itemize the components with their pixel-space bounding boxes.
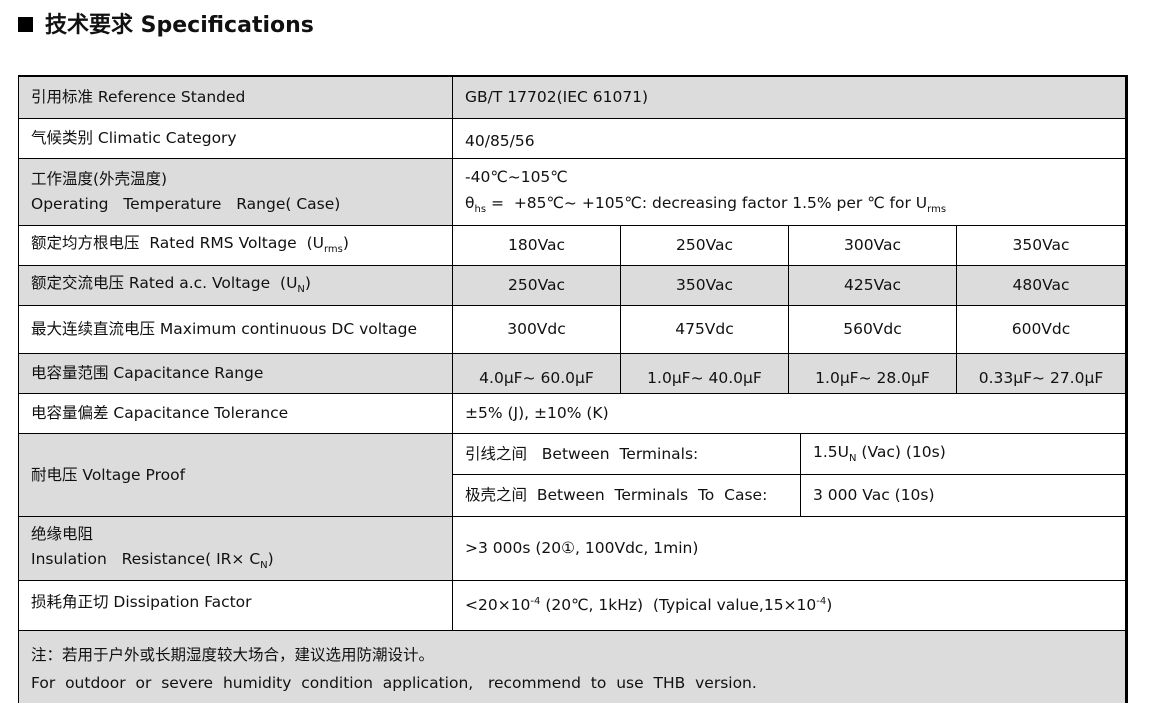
row-label: 额定均方根电压 Rated RMS Voltage (Urms) — [19, 226, 453, 265]
table-row: 额定均方根电压 Rated RMS Voltage (Urms) 180Vac … — [19, 226, 1125, 266]
specifications-table: 引用标准 Reference Standed GB/T 17702(IEC 61… — [18, 75, 1128, 703]
row-label: 损耗角正切 Dissipation Factor — [19, 581, 453, 630]
table-row: 损耗角正切 Dissipation Factor <20×10-4 (20℃, … — [19, 581, 1125, 631]
table-row: 电容量偏差 Capacitance Tolerance ±5% (J), ±10… — [19, 394, 1125, 434]
value-cell: 1.0μF~ 40.0μF — [621, 354, 789, 393]
table-row: 工作温度(外壳温度) Operating Temperature Range( … — [19, 159, 1125, 226]
table-row: 气候类别 Climatic Category 40/85/56 — [19, 119, 1125, 159]
row-value: >3 000s (20①, 100Vdc, 1min) — [465, 539, 699, 558]
row-label: 耐电压 Voltage Proof — [19, 434, 453, 516]
value-cell: 350Vac — [621, 266, 789, 305]
value-cell: 425Vac — [789, 266, 957, 305]
square-bullet-icon — [18, 16, 33, 32]
value-cell: 480Vac — [1012, 276, 1070, 295]
table-row: 绝缘电阻 Insulation Resistance( IR× CN) >3 0… — [19, 517, 1125, 581]
row-value: <20×10-4 (20℃, 1kHz) (Typical value,15×1… — [465, 596, 833, 615]
row-label: 绝缘电阻 Insulation Resistance( IR× CN) — [19, 517, 453, 580]
value-cell: 350Vac — [1012, 236, 1070, 255]
section-heading: 技术要求 Specifications — [18, 8, 314, 38]
row-label: 气候类别 Climatic Category — [19, 119, 453, 158]
value-cell: 300Vdc — [453, 306, 621, 353]
row-label: 额定交流电压 Rated a.c. Voltage (UN) — [19, 266, 453, 305]
sub-label: 极壳之间 Between Terminals To Case: — [453, 475, 801, 516]
table-row: 最大连续直流电压 Maximum continuous DC voltage 3… — [19, 306, 1125, 354]
label-en: Operating Temperature Range( Case) — [31, 195, 341, 213]
value-cell: 0.33μF~ 27.0μF — [978, 369, 1104, 388]
table-row: 电容量范围 Capacitance Range 4.0μF~ 60.0μF 1.… — [19, 354, 1125, 394]
row-label: 引用标准 Reference Standed — [19, 77, 453, 118]
footnote: 注：若用于户外或长期湿度较大场合，建议选用防潮设计。 For outdoor o… — [19, 631, 1125, 703]
value-cell: 4.0μF~ 60.0μF — [453, 354, 621, 393]
note-en: For outdoor or severe humidity condition… — [31, 674, 757, 692]
value-cell: 180Vac — [453, 226, 621, 265]
table-row: 引用标准 Reference Standed GB/T 17702(IEC 61… — [19, 77, 1125, 119]
value-cell: 300Vac — [789, 226, 957, 265]
value-cell: 250Vac — [453, 266, 621, 305]
row-label: 最大连续直流电压 Maximum continuous DC voltage — [19, 306, 453, 353]
table-row: 耐电压 Voltage Proof 引线之间 Between Terminals… — [19, 434, 1125, 517]
table-row: 额定交流电压 Rated a.c. Voltage (UN) 250Vac 35… — [19, 266, 1125, 306]
value-cell: 600Vdc — [1011, 320, 1071, 339]
temp-range: -40℃~105℃ — [465, 167, 568, 186]
value-cell: 560Vdc — [789, 306, 957, 353]
section-title: 技术要求 Specifications — [45, 13, 314, 38]
label-cn: 工作温度(外壳温度) — [31, 170, 168, 189]
row-value: 40/85/56 — [465, 132, 535, 151]
row-label: 电容量偏差 Capacitance Tolerance — [19, 394, 453, 433]
value-cell: 475Vdc — [621, 306, 789, 353]
sub-label: 引线之间 Between Terminals: — [453, 434, 801, 475]
row-label: 工作温度(外壳温度) Operating Temperature Range( … — [19, 159, 453, 225]
row-value: ±5% (J), ±10% (K) — [465, 404, 609, 423]
value-cell: 1.0μF~ 28.0μF — [789, 354, 957, 393]
row-value: GB/T 17702(IEC 61071) — [465, 88, 649, 107]
temp-derating: θhs = +85℃~ +105℃: decreasing factor 1.5… — [465, 194, 947, 216]
sub-value: 3 000 Vac (10s) — [813, 486, 935, 505]
row-value: -40℃~105℃ θhs = +85℃~ +105℃: decreasing … — [453, 159, 1125, 225]
note-cn: 注：若用于户外或长期湿度较大场合，建议选用防潮设计。 — [31, 646, 435, 664]
value-cell: 250Vac — [621, 226, 789, 265]
sub-value: 1.5UN (Vac) (10s) — [801, 434, 1125, 475]
row-label: 电容量范围 Capacitance Range — [19, 354, 453, 393]
